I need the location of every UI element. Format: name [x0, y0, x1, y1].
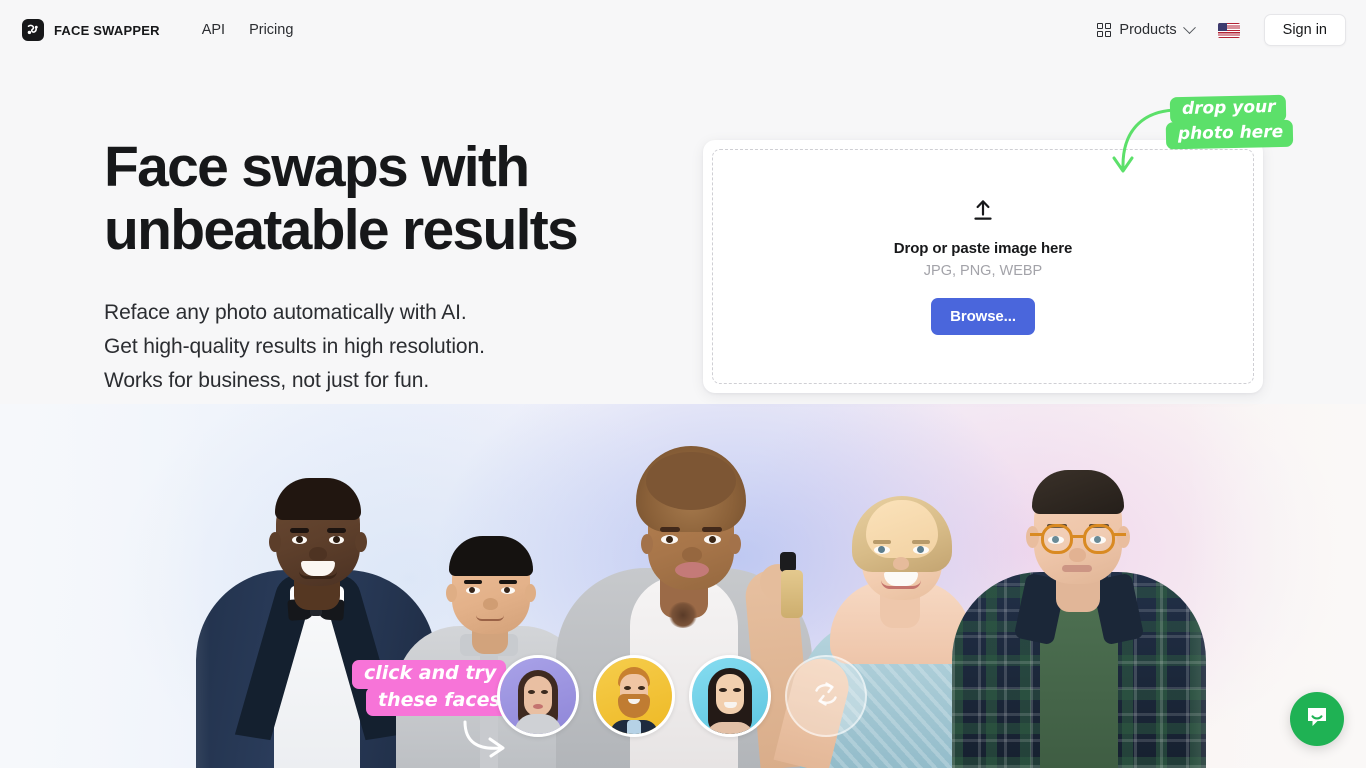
hero-copy: Face swaps with unbeatable results Refac…	[104, 136, 674, 398]
face-swap-logo-icon	[22, 19, 44, 41]
grid-icon	[1097, 23, 1112, 37]
shuffle-faces-button[interactable]	[785, 655, 867, 737]
hero-subheading: Reface any photo automatically with AI. …	[104, 301, 485, 392]
products-label: Products	[1119, 22, 1177, 38]
dropzone-supported-formats: JPG, PNG, WEBP	[923, 263, 1043, 279]
intercom-chat-icon	[1304, 704, 1330, 735]
file-dropzone[interactable]: Drop or paste image here JPG, PNG, WEBP …	[712, 149, 1254, 384]
face-option-2[interactable]	[593, 655, 675, 737]
drop-photo-annotation-line1: drop your	[1169, 94, 1286, 125]
browse-button[interactable]: Browse...	[931, 298, 1035, 335]
face-option-1[interactable]	[497, 655, 579, 737]
nav-right-group: Products Sign in	[1097, 14, 1346, 46]
face-picker-row	[497, 655, 867, 737]
upload-card: Drop or paste image here JPG, PNG, WEBP …	[703, 140, 1263, 393]
sign-in-button[interactable]: Sign in	[1263, 14, 1346, 46]
page-title: Face swaps with unbeatable results	[104, 135, 579, 262]
products-dropdown[interactable]: Products	[1097, 20, 1196, 38]
us-flag-icon[interactable]	[1217, 22, 1240, 38]
page-root: FACE SWAPPER API Pricing Products Sign i…	[0, 0, 1366, 768]
face-option-3[interactable]	[689, 655, 771, 737]
person-man-with-glasses-plaid-shirt	[952, 404, 1206, 768]
nav-links: API Pricing	[202, 22, 294, 38]
dropzone-title: Drop or paste image here	[893, 240, 1073, 257]
nav-link-api[interactable]: API	[202, 22, 225, 38]
intercom-chat-launcher[interactable]	[1290, 692, 1344, 746]
nav-link-pricing[interactable]: Pricing	[249, 22, 293, 38]
shuffle-refresh-icon	[809, 677, 843, 716]
chevron-down-icon	[1182, 20, 1196, 34]
brand-logo-link[interactable]: FACE SWAPPER	[22, 19, 160, 41]
brand-name: FACE SWAPPER	[54, 22, 160, 38]
top-navigation-bar: FACE SWAPPER API Pricing Products Sign i…	[0, 0, 1366, 60]
upload-arrow-icon	[970, 198, 996, 227]
